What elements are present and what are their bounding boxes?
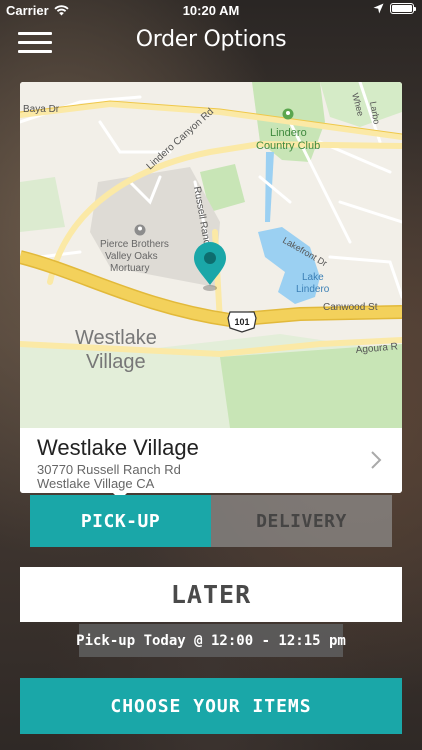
location-info-row[interactable]: Westlake Village 30770 Russell Ranch Rd … [20, 428, 402, 493]
location-address-line2: Westlake Village CA [37, 476, 155, 491]
map-label-canwood-st: Canwood St [323, 302, 378, 313]
map-canvas: 101 Baya Dr Lindero Canyon Rd Lindero Co… [20, 82, 402, 428]
map-label-westlake-village: Village [86, 351, 146, 373]
map-label-pierce-brothers: Mortuary [110, 263, 149, 274]
location-arrow-icon [373, 3, 384, 14]
page-title: Order Options [135, 27, 287, 52]
highway-101-shield: 101 [227, 311, 257, 333]
status-right [373, 3, 416, 14]
delivery-tab[interactable]: DELIVERY [211, 495, 392, 547]
map-label-pierce-brothers: Valley Oaks [105, 251, 158, 262]
map-label-baya-dr: Baya Dr [23, 104, 60, 115]
header: Order Options [0, 22, 422, 62]
later-button[interactable]: LATER [20, 567, 402, 622]
pickup-time-label: Pick-up Today @ 12:00 - 12:15 pm [76, 624, 346, 657]
status-bar: Carrier 10:20 AM [0, 0, 422, 22]
location-card: 101 Baya Dr Lindero Canyon Rd Lindero Co… [20, 82, 402, 493]
chevron-right-icon [371, 451, 382, 469]
park-area [220, 344, 402, 428]
map-label-country-club: Lindero [270, 127, 307, 139]
location-name: Westlake Village [37, 435, 199, 460]
map-label-lake-lindero: Lindero [296, 284, 330, 295]
map-label-westlake-village: Westlake [75, 327, 157, 349]
location-address-line1: 30770 Russell Ranch Rd [37, 462, 181, 477]
map-view[interactable]: 101 Baya Dr Lindero Canyon Rd Lindero Co… [20, 82, 402, 428]
choose-items-button[interactable]: CHOOSE YOUR ITEMS [20, 678, 402, 734]
map-label-pierce-brothers: Pierce Brothers [100, 239, 169, 250]
pickup-tab[interactable]: PICK-UP [30, 495, 211, 547]
highway-shield-label: 101 [234, 317, 249, 327]
status-time: 10:20 AM [182, 3, 240, 18]
battery-fill [392, 5, 412, 12]
map-label-lake-lindero: Lake [302, 272, 324, 283]
battery-icon [390, 3, 416, 14]
map-label-country-club: Country Club [256, 140, 320, 152]
